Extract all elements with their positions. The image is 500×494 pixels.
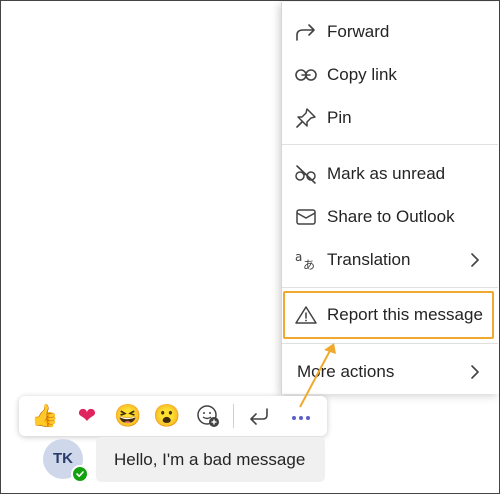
menu-item-mark-unread[interactable]: Mark as unread [282, 154, 498, 194]
forward-icon [296, 24, 315, 41]
mail-icon [296, 209, 316, 225]
presence-available-icon [71, 465, 89, 483]
reply-icon[interactable] [245, 402, 273, 430]
message-bubble[interactable]: Hello, I'm a bad message [96, 437, 325, 482]
menu-item-pin[interactable]: Pin [282, 98, 498, 138]
chevron-right-icon [471, 253, 479, 267]
glasses-slash-icon [295, 165, 316, 184]
add-reaction-icon[interactable] [194, 402, 222, 430]
chevron-right-icon [471, 365, 479, 379]
report-highlight-box [283, 291, 494, 339]
link-icon [295, 69, 317, 81]
translate-icon: a あ [295, 250, 315, 271]
menu-item-label: Share to Outlook [327, 207, 455, 226]
svg-text:あ: あ [303, 258, 315, 271]
menu-item-copy-link[interactable]: Copy link [282, 55, 498, 95]
menu-item-label: Forward [327, 22, 390, 41]
message-text: Hello, I'm a bad message [114, 450, 306, 469]
menu-item-label: Pin [327, 108, 352, 127]
menu-item-label: Mark as unread [327, 164, 446, 183]
check-icon [76, 471, 84, 477]
laugh-reaction-button[interactable]: 😆 [114, 402, 142, 430]
menu-item-label: Translation [327, 250, 411, 269]
reaction-toolbar: 👍 ❤ 😆 😮 [19, 396, 327, 436]
menu-item-share-outlook[interactable]: Share to Outlook [282, 197, 498, 237]
message-context-menu: Forward Copy link Pin Mark as unread Sha… [281, 2, 499, 394]
more-options-icon[interactable] [287, 402, 315, 430]
menu-item-label: More actions [297, 362, 395, 381]
svg-text:a: a [295, 250, 302, 264]
toolbar-divider [233, 404, 234, 428]
menu-item-label: Copy link [327, 65, 397, 84]
menu-separator [282, 343, 498, 344]
menu-item-translation[interactable]: a あ Translation [282, 240, 498, 280]
like-reaction-button[interactable]: 👍 [31, 402, 59, 430]
menu-separator [282, 287, 498, 288]
heart-reaction-button[interactable]: ❤ [73, 402, 101, 430]
menu-item-more-actions[interactable]: More actions [282, 352, 498, 392]
menu-separator [282, 144, 498, 145]
pin-icon [296, 108, 316, 128]
surprised-reaction-button[interactable]: 😮 [153, 402, 181, 430]
menu-item-forward[interactable]: Forward [282, 12, 498, 52]
